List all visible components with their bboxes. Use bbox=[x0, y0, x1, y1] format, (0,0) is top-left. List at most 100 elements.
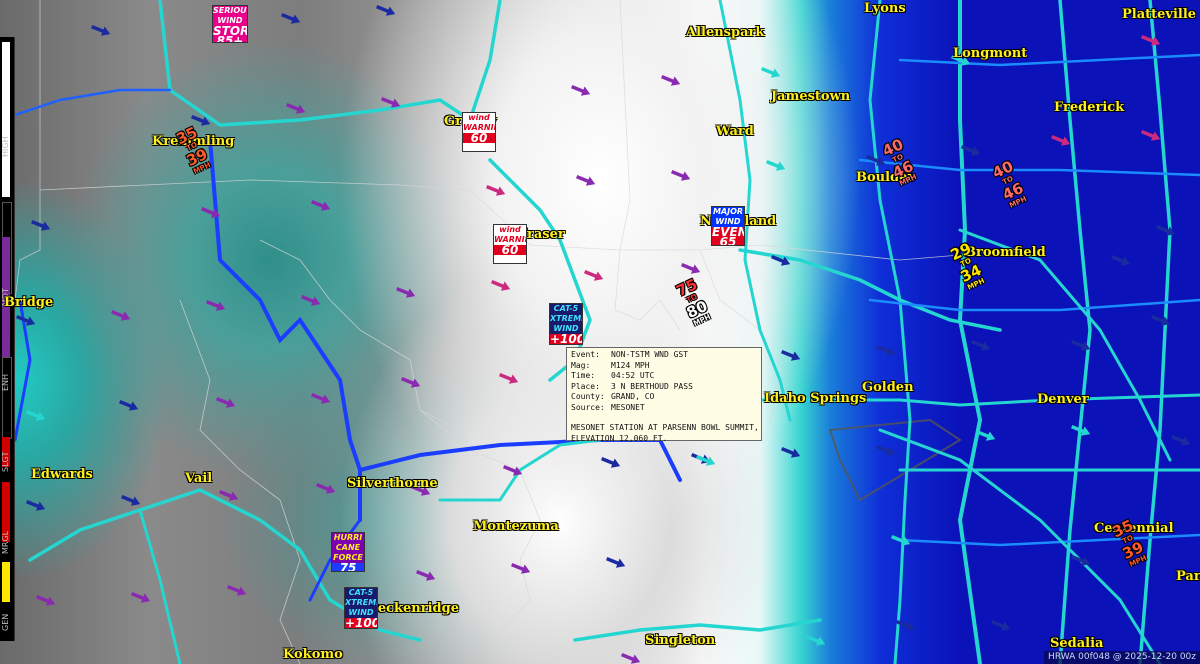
wind-arrow-icon bbox=[415, 570, 436, 581]
wind-arrow-icon bbox=[215, 397, 236, 408]
badge-line2: STORM 85+ bbox=[213, 24, 247, 43]
wind-arrow-icon bbox=[765, 160, 786, 171]
badge-cat5-xtreme-wind[interactable]: CAT-5 XTREME WIND +100 bbox=[344, 587, 378, 629]
legend-high-swatch bbox=[2, 42, 10, 197]
popup-key: County: bbox=[571, 392, 605, 401]
wind-arrow-icon bbox=[315, 483, 336, 494]
popup-row: Place: 3 N BERTHOUD PASS bbox=[571, 382, 757, 393]
wind-arrow-icon bbox=[35, 595, 56, 606]
wind-arrow-icon bbox=[680, 263, 701, 274]
legend-label-gen: GEN bbox=[1, 613, 10, 631]
wind-arrow-icon bbox=[780, 350, 801, 361]
wind-arrow-icon bbox=[1110, 255, 1131, 266]
highways bbox=[0, 0, 1200, 664]
wind-arrow-icon bbox=[1140, 35, 1161, 46]
wind-gust-map[interactable]: HIGH MDT ENH SLGT MRGL GEN Lyons Plattev… bbox=[0, 0, 1200, 664]
badge-major-wind-event[interactable]: MAJOR WIND EVENT 65 bbox=[711, 206, 745, 246]
wind-arrow-icon bbox=[605, 557, 626, 568]
wind-arrow-icon bbox=[285, 103, 306, 114]
popup-row: Event: NON-TSTM WND GST bbox=[571, 350, 757, 361]
wind-arrow-icon bbox=[1155, 225, 1176, 236]
badge-line2: EVENT 65 bbox=[712, 226, 744, 245]
badge-hurricane-force[interactable]: HURRI CANE FORCE 75 bbox=[331, 532, 365, 572]
wind-arrow-icon bbox=[620, 653, 641, 664]
wind-arrow-icon bbox=[583, 270, 604, 281]
badge-cat5-xtreme-wind[interactable]: CAT-5 XTREME WIND +100 bbox=[549, 303, 583, 345]
wind-arrow-icon bbox=[660, 75, 681, 86]
city-label: Jamestown bbox=[771, 89, 851, 104]
risk-legend: HIGH MDT ENH SLGT MRGL GEN bbox=[0, 37, 15, 641]
city-label: Lyons bbox=[864, 1, 906, 16]
city-label: Platteville bbox=[1122, 7, 1197, 22]
popup-key: Place: bbox=[571, 381, 600, 391]
badge-wind-warning[interactable]: wind WARNING 60 bbox=[462, 112, 496, 152]
wind-arrow-icon bbox=[805, 635, 826, 646]
popup-value: 04:52 UTC bbox=[611, 371, 655, 380]
badge-line2: 60 bbox=[494, 244, 526, 256]
wind-arrow-icon bbox=[490, 280, 511, 291]
wind-arrow-icon bbox=[760, 67, 781, 78]
popup-value: GRAND, CO bbox=[611, 392, 655, 401]
wind-arrow-icon bbox=[118, 400, 139, 411]
wind-arrow-icon bbox=[575, 175, 596, 186]
terrain-overlay bbox=[0, 0, 1200, 664]
wind-arrow-icon bbox=[310, 393, 331, 404]
legend-label-mrgl: MRGL bbox=[1, 530, 10, 554]
wind-arrow-icon bbox=[400, 377, 421, 388]
popup-row: Source: MESONET bbox=[571, 403, 757, 414]
wind-arrow-icon bbox=[970, 340, 991, 351]
popup-row: Mag: M124 MPH bbox=[571, 361, 757, 372]
wind-arrow-icon bbox=[130, 592, 151, 603]
popup-note: ELEVATION 12,060 FT. bbox=[571, 433, 668, 443]
popup-key: Mag: bbox=[571, 360, 591, 370]
wind-arrow-icon bbox=[395, 287, 416, 298]
city-label: Bridge bbox=[4, 295, 54, 310]
storm-report-popup[interactable]: Event: NON-TSTM WND GST Mag: M124 MPH Time… bbox=[566, 347, 762, 443]
wind-arrow-icon bbox=[990, 620, 1011, 631]
city-label: Ward bbox=[716, 124, 754, 139]
wind-arrow-icon bbox=[1170, 435, 1191, 446]
wind-arrow-icon bbox=[875, 345, 896, 356]
wind-arrow-icon bbox=[695, 455, 716, 466]
city-label: Golden bbox=[862, 380, 914, 395]
badge-line1: CAT-5 XTREME WIND bbox=[550, 304, 582, 333]
badge-line1: HURRI CANE FORCE bbox=[333, 533, 363, 562]
wind-arrow-icon bbox=[485, 185, 506, 196]
city-label: Edwards bbox=[31, 467, 93, 482]
city-label: Kokomo bbox=[283, 647, 343, 662]
wind-arrow-icon bbox=[300, 295, 321, 306]
wind-arrow-icon bbox=[90, 25, 111, 36]
popup-row: Time: 04:52 UTC bbox=[571, 371, 757, 382]
badge-line1: MAJOR WIND bbox=[712, 207, 744, 226]
city-label: Allenspark bbox=[686, 25, 765, 40]
badge-serious-wind-storm[interactable]: SERIOUS WIND STORM 85+ bbox=[212, 5, 248, 43]
city-label: Frederick bbox=[1054, 100, 1125, 115]
wind-arrow-icon bbox=[498, 373, 519, 384]
city-label: Broomfield bbox=[965, 245, 1046, 260]
badge-line2: +100 bbox=[345, 616, 378, 629]
badge-line2: 60 bbox=[463, 132, 495, 144]
wind-arrow-icon bbox=[200, 207, 221, 218]
badge-line2: 75 bbox=[332, 562, 364, 571]
wind-arrow-icon bbox=[875, 445, 896, 456]
wind-arrow-icon bbox=[25, 410, 46, 421]
city-label: Sedalia bbox=[1050, 636, 1104, 651]
wind-arrow-icon bbox=[375, 5, 396, 16]
wind-arrow-icon bbox=[120, 495, 141, 506]
city-label: Longmont bbox=[953, 46, 1028, 61]
city-label: Montezuma bbox=[473, 519, 559, 534]
popup-key: Event: bbox=[571, 350, 600, 359]
wind-arrow-icon bbox=[280, 13, 301, 24]
city-label: Silverthorne bbox=[347, 476, 438, 491]
legend-label-enh: ENH bbox=[1, 373, 10, 391]
popup-row: County: GRAND, CO bbox=[571, 392, 757, 403]
popup-note: MESONET STATION AT PARSENN BOWL SUMMIT, bbox=[571, 423, 759, 432]
popup-value: M124 MPH bbox=[611, 360, 650, 370]
wind-arrow-icon bbox=[780, 447, 801, 458]
popup-key: Source: bbox=[571, 402, 605, 412]
wind-arrows bbox=[15, 5, 1191, 664]
wind-arrow-icon bbox=[1050, 135, 1071, 146]
badge-wind-warning[interactable]: wind WARNING 60 bbox=[493, 224, 527, 264]
badge-line1: wind WARNING bbox=[494, 225, 526, 244]
city-label: Parker bbox=[1176, 569, 1200, 584]
